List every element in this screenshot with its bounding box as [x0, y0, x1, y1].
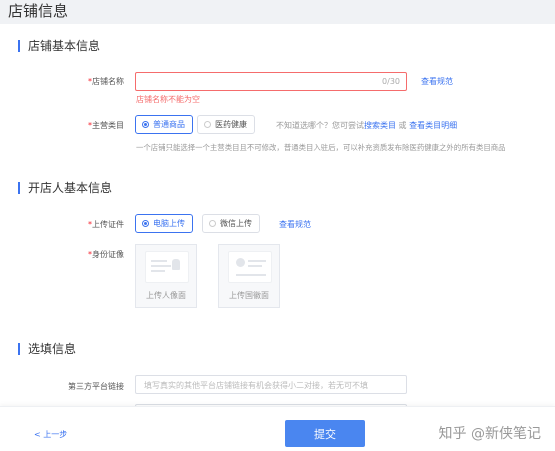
id-back-placeholder-icon	[228, 251, 272, 283]
upload-option-pc[interactable]: 电脑上传	[135, 214, 193, 233]
form-card: 店铺基本信息 *店铺名称 0/30 查看规范 店铺名称不能为空 *主营类目 普通…	[0, 24, 555, 451]
top-bar: 店铺信息	[0, 0, 555, 24]
section-title-basic: 店铺基本信息	[18, 40, 100, 52]
id-back-caption: 上传国徽面	[229, 291, 269, 300]
third-party-link-input[interactable]: 填写真实的其他平台店铺链接有机会获得小二对接，若无可不填	[135, 375, 407, 394]
section-title-optional: 选填信息	[18, 343, 76, 355]
radio-checked-icon	[142, 220, 149, 227]
radio-unchecked-icon	[204, 121, 211, 128]
category-option-medical[interactable]: 医药健康	[197, 115, 255, 134]
page-title: 店铺信息	[8, 2, 69, 20]
prev-step-link[interactable]: < 上一步	[34, 429, 67, 440]
radio-unchecked-icon	[209, 220, 216, 227]
shop-name-label: *店铺名称	[88, 77, 124, 86]
upload-cert-label: *上传证件	[88, 220, 124, 229]
shop-name-error: 店铺名称不能为空	[136, 95, 200, 104]
watermark: 知乎 @新侠笔记	[438, 426, 541, 442]
category-hint: 不知道选哪个？您可尝试搜索类目 或 查看类目明细	[276, 121, 458, 130]
category-option-general[interactable]: 普通商品	[135, 115, 193, 134]
id-front-caption: 上传人像面	[146, 291, 186, 300]
id-card-label: *身份证像	[88, 250, 124, 259]
shop-name-counter: 0/30	[382, 77, 400, 86]
upload-id-front[interactable]: 上传人像面	[135, 244, 197, 308]
search-category-link[interactable]: 搜索类目	[364, 121, 396, 130]
upload-spec-link[interactable]: 查看规范	[279, 219, 311, 230]
upload-option-wechat[interactable]: 微信上传	[202, 214, 260, 233]
category-label: *主营类目	[88, 121, 124, 130]
category-detail-link[interactable]: 查看类目明细	[409, 121, 457, 130]
radio-checked-icon	[142, 121, 149, 128]
category-note: 一个店铺只能选择一个主营类目且不可修改，普通类目入驻后，可以补充资质发布除医药健…	[136, 143, 506, 152]
submit-button[interactable]: 提交	[285, 420, 365, 447]
third-party-label: 第三方平台链接	[68, 382, 124, 391]
section-title-owner: 开店人基本信息	[18, 182, 112, 194]
shop-name-spec-link[interactable]: 查看规范	[421, 76, 453, 87]
id-front-placeholder-icon	[145, 251, 189, 283]
shop-name-input[interactable]: 0/30	[135, 72, 407, 91]
upload-id-back[interactable]: 上传国徽面	[218, 244, 280, 308]
footer-bar: < 上一步 提交 知乎 @新侠笔记	[0, 406, 555, 451]
